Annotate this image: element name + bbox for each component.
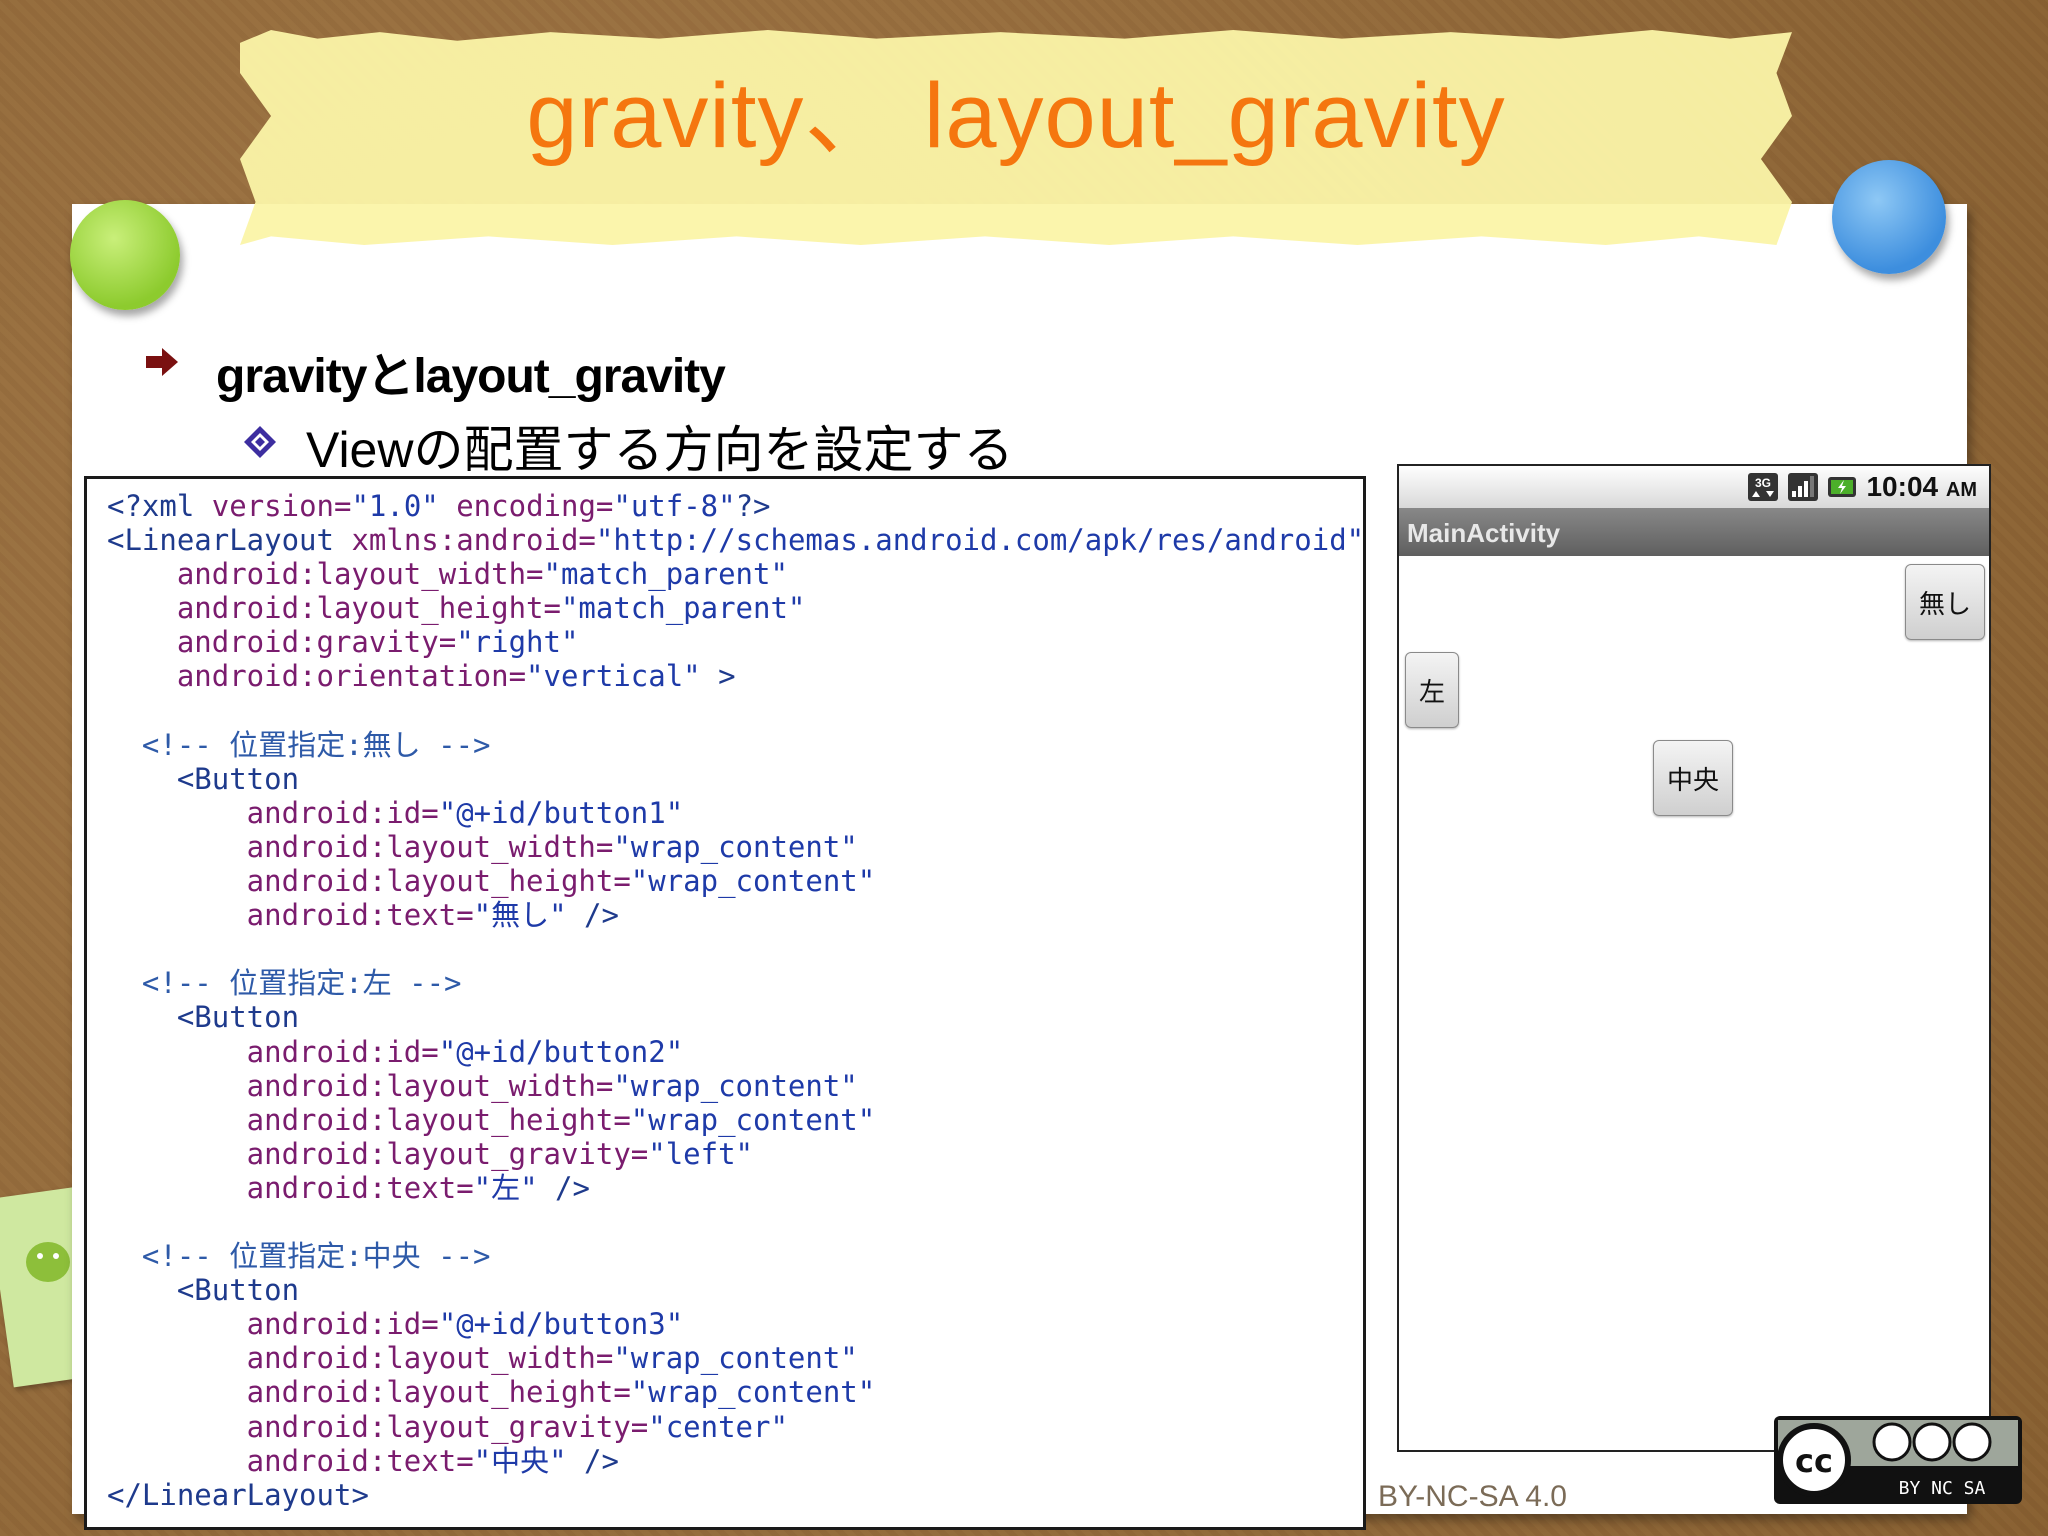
code-line: android:id="@+id/button3" [107, 1307, 684, 1342]
code-line: <Button [176, 1273, 300, 1308]
creative-commons-badge: cc BY NC SA [1774, 1416, 2022, 1504]
code-line: android:gravity="right" [107, 625, 579, 660]
button-left[interactable]: 左 [1405, 652, 1459, 728]
code-line: android:text="左" /> [107, 1170, 590, 1205]
code-line: android:layout_width="wrap_content" [107, 1341, 858, 1376]
code-line: android:text="無し" /> [107, 898, 619, 933]
main-bullet-text: gravityとlayout_gravity [216, 350, 726, 403]
code-line: <!-- 位置指定:中央 --> [107, 1239, 491, 1274]
button-center[interactable]: 中央 [1653, 740, 1733, 816]
code-line: <!-- 位置指定:左 --> [107, 966, 462, 1001]
clock: 10:04 AM [1866, 471, 1977, 502]
code-line: android:layout_width="wrap_content" [107, 1068, 858, 1103]
license-text: BY-NC-SA 4.0 [1378, 1480, 1567, 1513]
diamond-bullet-icon [244, 426, 276, 458]
arrow-bullet-icon [146, 348, 178, 376]
svg-text:cc: cc [1795, 1442, 1833, 1480]
android-robot-icon [26, 1242, 70, 1282]
code-listing-box: <?xml version="1.0" encoding="utf-8"?> <L… [84, 476, 1366, 1530]
code-line: android:id="@+id/button1" [107, 795, 684, 830]
code-line: android:layout_width="match_parent" [107, 557, 788, 592]
code-line: android:layout_height="wrap_content" [107, 864, 876, 899]
green-pin-icon [70, 200, 180, 310]
code-line: android:layout_height="wrap_content" [107, 1375, 876, 1410]
code-line: <LinearLayout xmlns:android="http://sche… [107, 523, 1365, 558]
code-line: <!-- 位置指定:無し --> [107, 727, 491, 762]
code-line: <Button [176, 761, 300, 796]
app-title-bar: MainActivity [1399, 508, 1989, 556]
code-line: <Button [176, 1000, 300, 1035]
code-line: android:text="中央" /> [107, 1443, 619, 1478]
svg-text:3G: 3G [1755, 476, 1771, 490]
signal-strength-icon [1788, 473, 1819, 501]
button-none[interactable]: 無し [1905, 564, 1985, 640]
battery-charging-icon [1828, 477, 1857, 497]
code-line: android:layout_gravity="center" [107, 1409, 788, 1444]
3g-data-icon: 3G [1748, 473, 1779, 501]
slide-title: gravity、 layout_gravity [526, 65, 1506, 167]
emulator-screen: 3G 10:04 AM MainActivity 無し 左 中央 [1397, 464, 1991, 1452]
code-line: </LinearLayout> [107, 1477, 369, 1512]
xml-code: <?xml version="1.0" encoding="utf-8"?> <L… [107, 489, 1364, 1512]
code-line: android:layout_width="wrap_content" [107, 829, 858, 864]
code-line: android:layout_height="match_parent" [107, 591, 806, 626]
code-line: android:layout_gravity="left" [107, 1136, 754, 1171]
app-title: MainActivity [1407, 518, 1561, 548]
code-line: <?xml version="1.0" encoding="utf-8"?> [107, 489, 771, 523]
blue-pin-icon [1832, 160, 1946, 274]
code-line: android:layout_height="wrap_content" [107, 1102, 876, 1137]
svg-text:BY NC SA: BY NC SA [1899, 1478, 1986, 1499]
code-line: android:id="@+id/button2" [107, 1034, 684, 1069]
sub-bullet-text: Viewの配置する方向を設定する [306, 422, 1014, 478]
code-line: android:orientation="vertical" > [107, 659, 736, 694]
status-bar: 3G 10:04 AM [1399, 466, 1989, 508]
